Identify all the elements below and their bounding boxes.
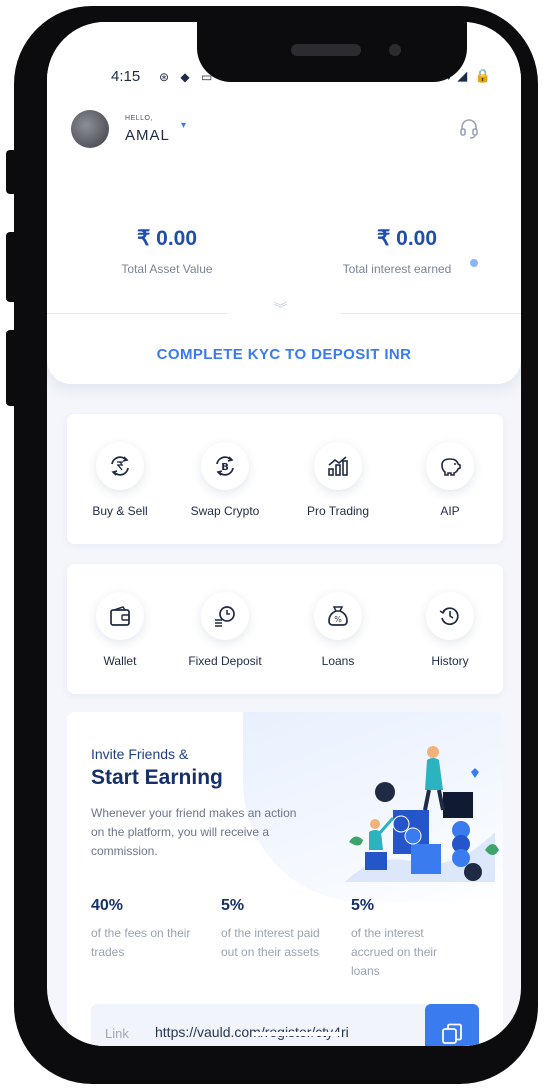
- loan-interest-description: of the interest accrued on their loans: [351, 926, 438, 978]
- total-interest-label: Total interest earned: [342, 262, 452, 276]
- mute-switch: [6, 150, 16, 194]
- front-camera: [389, 44, 401, 56]
- trading-chart-icon: [314, 442, 362, 490]
- link-label: Link: [105, 1026, 129, 1041]
- wallet-label: Wallet: [103, 654, 137, 668]
- volume-up-button: [6, 232, 16, 302]
- svg-text:B: B: [221, 462, 229, 473]
- piggy-bank-icon: [426, 442, 474, 490]
- referral-link-field[interactable]: Link https://vauld.com/register/cty4ri: [91, 1004, 479, 1046]
- invite-friends-card: Invite Friends & Start Earning Whenever …: [67, 712, 503, 1046]
- fixed-deposit-button[interactable]: Fixed Deposit: [170, 592, 280, 668]
- invite-description: Whenever your friend makes an action on …: [91, 806, 297, 858]
- invite-title: Start Earning: [91, 766, 223, 789]
- history-icon: [426, 592, 474, 640]
- buy-sell-label: Buy & Sell: [92, 504, 148, 518]
- aip-button[interactable]: AIP: [395, 442, 505, 518]
- history-button[interactable]: History: [395, 592, 505, 668]
- volume-down-button: [6, 330, 16, 406]
- asset-interest-description: of the interest paid out on their assets: [221, 926, 320, 959]
- asset-interest-percentage: 5%: [221, 897, 245, 914]
- buy-sell-button[interactable]: Buy & Sell: [65, 442, 175, 518]
- avatar[interactable]: [71, 110, 109, 148]
- trade-fee-percentage: 40%: [91, 897, 124, 914]
- headset-support-icon[interactable]: [459, 118, 479, 140]
- pro-trading-button[interactable]: Pro Trading: [283, 442, 393, 518]
- services-card: Wallet Fixed Deposit % Loans History: [67, 564, 503, 694]
- loans-label: Loans: [321, 654, 355, 668]
- total-asset-value: ₹ 0.00: [136, 227, 198, 250]
- wallet-button[interactable]: Wallet: [65, 592, 175, 668]
- fixed-deposit-icon: [201, 592, 249, 640]
- notch: [197, 22, 467, 82]
- loan-interest-percentage: 5%: [351, 897, 375, 914]
- total-asset-label: Total Asset Value: [121, 262, 213, 276]
- wallet-icon: [96, 592, 144, 640]
- invite-kicker: Invite Friends &: [91, 746, 189, 762]
- copy-icon: [442, 1023, 462, 1044]
- rupee-exchange-icon: [96, 442, 144, 490]
- quick-actions-card: Buy & Sell B Swap Crypto Pro Trading AIP: [67, 414, 503, 544]
- greeting: HELLO,: [125, 115, 153, 122]
- trade-fee-description: of the fees on their trades: [91, 926, 191, 959]
- app-screen: 4:15 ⊛ ◆ ▭ ▼◢ 🔒 HELLO, AMAL ▾ ₹ 0.00 Tot…: [47, 22, 521, 1046]
- home-indicator[interactable]: [252, 1032, 342, 1036]
- divider-right: [341, 313, 521, 314]
- loans-button[interactable]: % Loans: [283, 592, 393, 668]
- pro-trading-label: Pro Trading: [306, 504, 370, 518]
- total-interest-value: ₹ 0.00: [376, 227, 438, 250]
- info-icon[interactable]: [470, 259, 478, 267]
- swap-crypto-label: Swap Crypto: [190, 504, 260, 518]
- phone-mockup: 4:15 ⊛ ◆ ▭ ▼◢ 🔒 HELLO, AMAL ▾ ₹ 0.00 Tot…: [0, 0, 551, 1090]
- referral-illustration: [345, 746, 499, 882]
- complete-kyc-link[interactable]: COMPLETE KYC TO DEPOSIT INR: [47, 346, 521, 363]
- copy-link-button[interactable]: [425, 1004, 479, 1046]
- bitcoin-swap-icon: B: [201, 442, 249, 490]
- speaker-grille: [291, 44, 361, 56]
- history-label: History: [431, 654, 469, 668]
- chevrons-down-icon[interactable]: ︾: [274, 302, 287, 315]
- divider-left: [47, 313, 227, 314]
- status-time: 4:15: [111, 68, 141, 85]
- user-name[interactable]: AMAL: [125, 127, 170, 144]
- fixed-deposit-label: Fixed Deposit: [188, 654, 262, 668]
- chevron-down-icon[interactable]: ▾: [181, 120, 186, 131]
- swap-crypto-button[interactable]: B Swap Crypto: [170, 442, 280, 518]
- aip-label: AIP: [440, 504, 460, 518]
- svg-text:%: %: [334, 615, 342, 624]
- money-bag-icon: %: [314, 592, 362, 640]
